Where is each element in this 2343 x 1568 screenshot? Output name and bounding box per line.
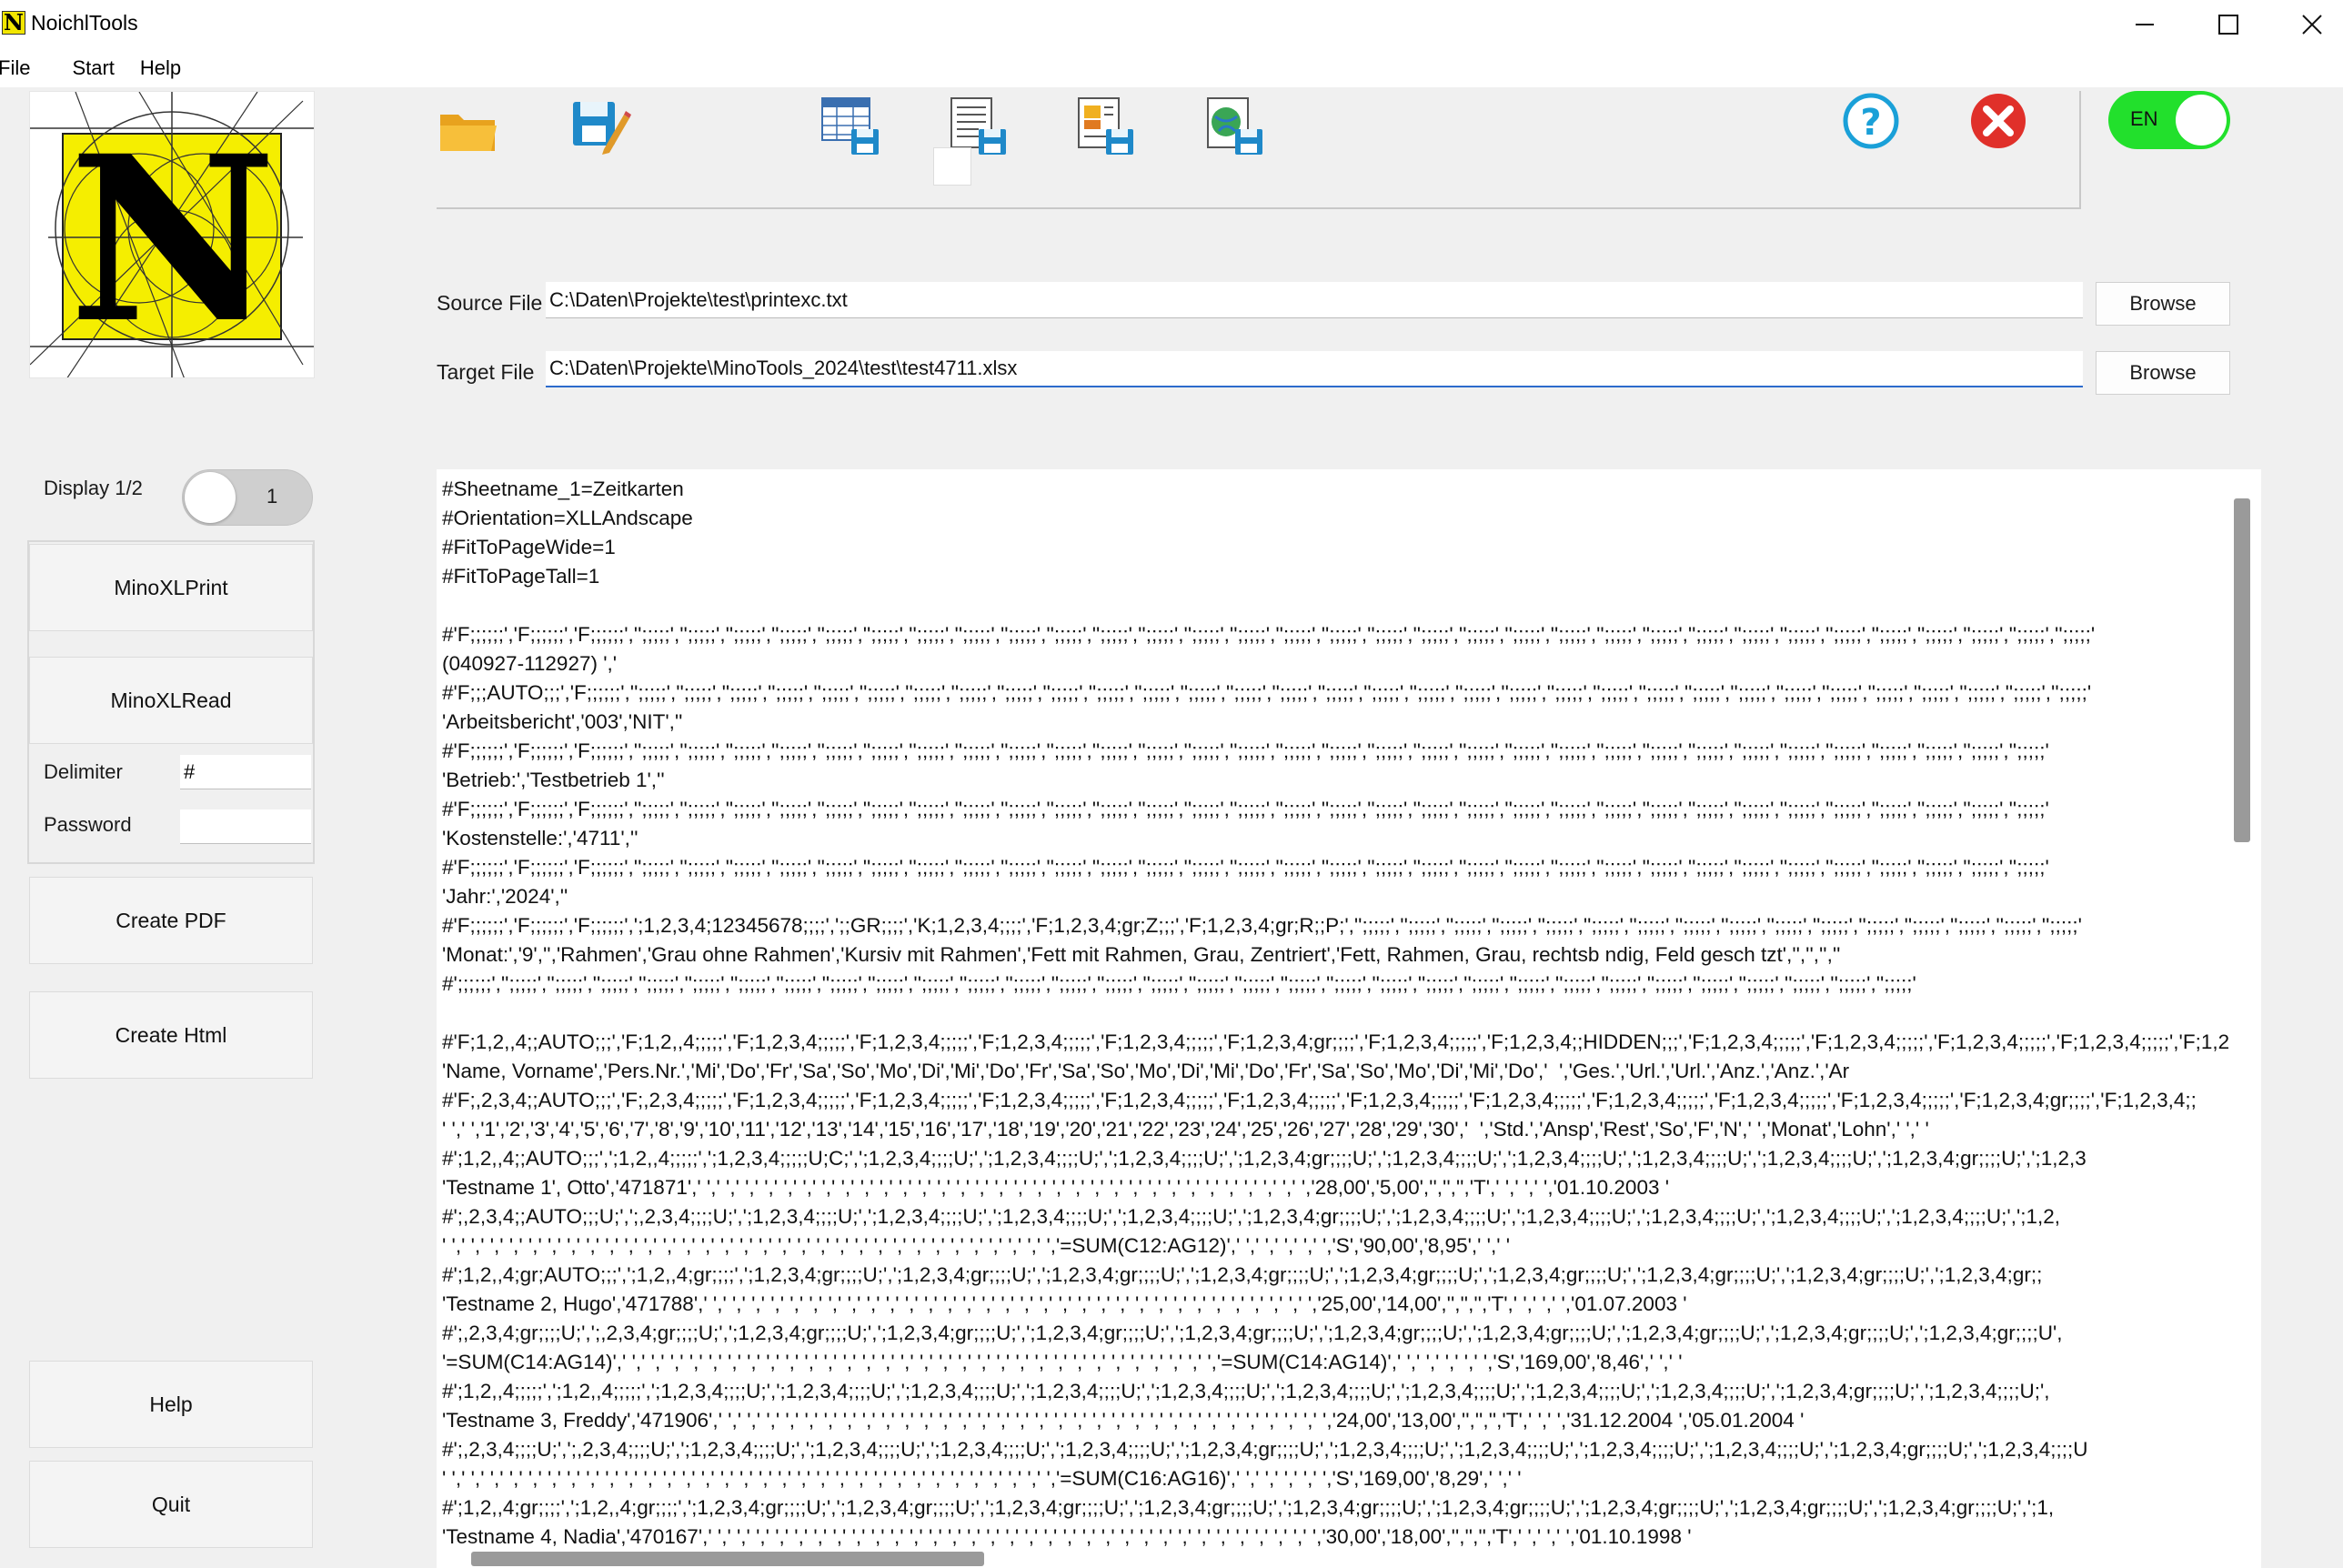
content-line: 'Kostenstelle:','4711','': [442, 827, 639, 849]
content-line: #';;;;;;','';;;;;','';;;;;','';;;;;','';…: [442, 972, 1916, 995]
content-line: (040927-112927) ',': [442, 652, 618, 675]
content-line: #'F;;;;;;','F;;;;;;','F;;;;;;',';1,2,3,4…: [442, 914, 2082, 937]
content-line: 'Name, Vorname','Pers.Nr.','Mi','Do','Fr…: [442, 1060, 1850, 1082]
title-bar: N NoichlTools: [0, 0, 2343, 49]
app-logo: N: [29, 91, 315, 378]
source-browse-button[interactable]: Browse: [2096, 282, 2230, 326]
horizontal-scrollbar[interactable]: [471, 1552, 984, 1566]
save-table-icon[interactable]: [819, 95, 882, 158]
target-file-input[interactable]: [546, 351, 2083, 387]
content-line: '=SUM(C14:AG14)',' ',' ',' ',' ',' ',' '…: [442, 1351, 1683, 1373]
content-line: #Sheetname_1=Zeitkarten: [442, 477, 684, 500]
content-line: #'F;;;;;;','F;;;;;;','F;;;;;;','';;;;;',…: [442, 739, 2049, 762]
content-line: ' ',' ','1','2','3','4','5','6','7','8',…: [442, 1118, 1929, 1141]
save-edit-icon[interactable]: [568, 95, 631, 158]
content-line: #Orientation=XLLAndscape: [442, 507, 693, 529]
content-line: 'Jahr:','2024','': [442, 885, 568, 908]
content-line: #'F;;;;;;','F;;;;;;','F;;;;;;','';;;;;',…: [442, 798, 2049, 820]
menu-start[interactable]: Start: [46, 56, 114, 80]
content-line: #'F;;;AUTO;;;','F;;;;;;','';;;;;','';;;;…: [442, 681, 2092, 704]
content-line: [442, 999, 2230, 1028]
content-line: #';1,2,,4;;AUTO;;;',';1,2,,4;;;;;',';1,2…: [442, 1147, 2087, 1170]
target-file-label: Target File: [437, 360, 535, 384]
content-line: #'F;;;;;;','F;;;;;;','F;;;;;;','';;;;;',…: [442, 856, 2049, 879]
language-toggle-knob: [2176, 95, 2227, 146]
svg-text:?: ?: [1860, 102, 1881, 144]
content-line: #';,2,3,4;gr;;;;U;',';,2,3,4;gr;;;;U;','…: [442, 1322, 2063, 1344]
minimize-icon[interactable]: [2103, 0, 2187, 49]
content-line: #';,2,3,4;;;;U;',';,2,3,4;;;;U;',';1,2,3…: [442, 1438, 2088, 1461]
create-pdf-button[interactable]: Create PDF: [29, 877, 313, 964]
content-line: #';1,2,,4;gr;AUTO;;;',';1,2,,4;gr;;;;','…: [442, 1263, 2043, 1286]
toggle-knob: [185, 472, 236, 523]
file-content-textarea[interactable]: #Sheetname_1=Zeitkarten #Orientation=XLLA…: [437, 469, 2261, 1568]
display-value: 1: [266, 485, 278, 508]
content-line: 'Testname 1', Otto','471871',' ',' ',' '…: [442, 1176, 1670, 1199]
content-line: #'F;,2,3,4;;AUTO;;;','F;,2,3,4;;;;;','F;…: [442, 1089, 2197, 1111]
menu-file[interactable]: File: [0, 56, 46, 80]
vertical-scrollbar[interactable]: [2234, 498, 2250, 842]
content-line: 'Betrieb:','Testbetrieb 1','': [442, 769, 665, 791]
content-line: #';,2,3,4;;AUTO;;;U;',';,2,3,4;;;;U;',';…: [442, 1205, 2061, 1228]
language-value: EN: [2130, 107, 2158, 130]
help-icon[interactable]: ?: [1839, 91, 1903, 155]
logo-letter: N: [69, 106, 277, 373]
content-line: 'Testname 2, Hugo','471788',' ',' ',' ',…: [442, 1292, 1687, 1315]
language-toggle[interactable]: EN: [2108, 91, 2230, 149]
toolbar: ?: [437, 91, 2081, 209]
content-line: #FitToPageWide=1: [442, 536, 616, 558]
menu-bar: File Start Help: [0, 49, 2343, 87]
target-browse-button[interactable]: Browse: [2096, 351, 2230, 395]
content-line: [442, 591, 2230, 620]
source-file-label: Source File: [437, 291, 543, 315]
password-input[interactable]: [180, 809, 311, 844]
file-content-lines: #Sheetname_1=Zeitkarten #Orientation=XLLA…: [442, 475, 2230, 1552]
password-label: Password: [44, 813, 132, 836]
content-line: #'F;;;;;;','F;;;;;;','F;;;;;;','';;;;;',…: [442, 623, 2096, 646]
help-button[interactable]: Help: [29, 1361, 313, 1448]
content-line: #';1,2,,4;gr;;;;',';1,2,,4;gr;;;;',';1,2…: [442, 1496, 2055, 1519]
content-line: #'F;1,2,,4;;AUTO;;;','F;1,2,,4;;;;;','F;…: [442, 1030, 2230, 1053]
minoxlread-button[interactable]: MinoXLRead: [29, 657, 313, 744]
save-chart-icon[interactable]: [1073, 95, 1137, 158]
content-line: 'Arbeitsbericht','003','NIT','': [442, 710, 683, 733]
source-file-input[interactable]: [546, 282, 2083, 318]
menu-help[interactable]: Help: [115, 56, 181, 80]
app-icon: N: [2, 11, 25, 35]
option-checkbox[interactable]: [933, 147, 971, 186]
content-line: 'Monat:','9','','Rahmen','Grau ohne Rahm…: [442, 943, 1841, 966]
save-web-icon[interactable]: [1202, 95, 1266, 158]
folder-open-icon[interactable]: [437, 98, 500, 162]
content-line: 'Testname 4, Nadia','470167',' ',' ',' '…: [442, 1525, 1692, 1548]
content-line: 'Testname 3, Freddy','471906',' ',' ',' …: [442, 1409, 1805, 1432]
display-toggle[interactable]: 1: [182, 469, 313, 526]
window-close-icon[interactable]: [2270, 0, 2343, 49]
content-line: #';1,2,,4;;;;;',';1,2,,4;;;;;',';1,2,3,4…: [442, 1380, 2050, 1402]
delimiter-input[interactable]: [180, 755, 311, 789]
close-icon[interactable]: [1966, 91, 2030, 155]
content-line: ' ',' ',' ',' ',' ',' ',' ',' ',' ',' ',…: [442, 1467, 1522, 1490]
maximize-icon[interactable]: [2187, 0, 2270, 49]
quit-button[interactable]: Quit: [29, 1461, 313, 1548]
content-line: #FitToPageTall=1: [442, 565, 600, 588]
create-html-button[interactable]: Create Html: [29, 991, 313, 1079]
window-title: NoichlTools: [31, 11, 138, 35]
display-label: Display 1/2: [44, 477, 143, 499]
delimiter-label: Delimiter: [44, 760, 123, 783]
content-line: ' ',' ',' ',' ',' ',' ',' ',' ',' ',' ',…: [442, 1234, 1511, 1257]
